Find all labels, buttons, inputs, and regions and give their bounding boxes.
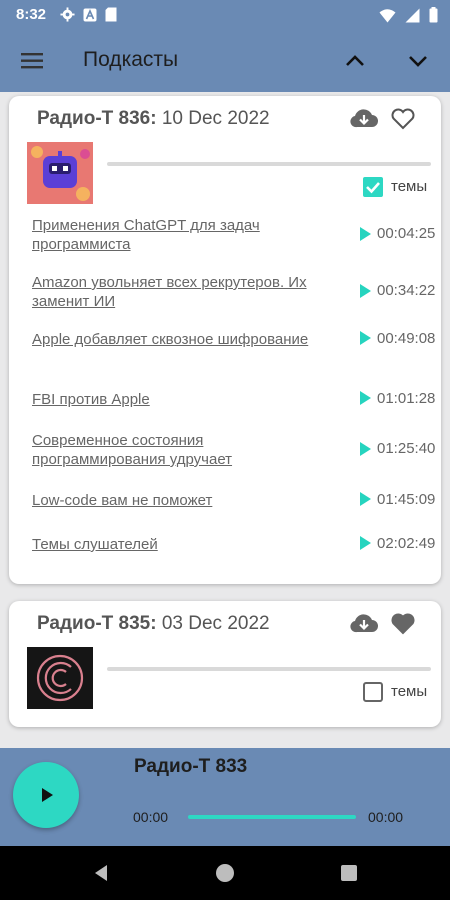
topic-time-label: 01:45:09	[377, 490, 436, 508]
player-panel: Радио-Т 833 00:00 00:00	[0, 748, 450, 846]
player-duration: 00:00	[368, 809, 404, 825]
cloud-download-icon[interactable]	[349, 611, 379, 637]
topic-time-label: 01:01:28	[377, 389, 436, 407]
episode-progress-track[interactable]	[107, 667, 431, 671]
episode-cover-image	[27, 647, 93, 709]
home-icon[interactable]	[216, 864, 234, 882]
player-position: 00:00	[133, 809, 169, 825]
episode-name: Радио-Т 836:	[37, 108, 157, 129]
topic-time[interactable]: 01:25:40	[360, 440, 435, 457]
cloud-download-icon[interactable]	[349, 106, 379, 132]
episode-cover-image	[27, 142, 93, 204]
topics-checkbox[interactable]	[362, 176, 384, 198]
topic-time[interactable]: 00:49:08	[360, 330, 435, 347]
topic-link[interactable]: Темы слушателей	[32, 535, 317, 554]
menu-icon[interactable]	[20, 48, 46, 74]
topic-link[interactable]: Современное состояния программирования у…	[32, 431, 317, 469]
topic-link[interactable]: Low-code вам не поможет	[32, 491, 317, 510]
topic-item[interactable]: Apple добавляет сквозное шифрование 00:4…	[32, 330, 435, 349]
topics-label: темы	[391, 683, 428, 700]
topic-time[interactable]: 00:04:25	[360, 225, 435, 242]
topic-time[interactable]: 01:45:09	[360, 491, 435, 508]
play-icon	[360, 391, 371, 405]
topic-item[interactable]: Современное состояния программирования у…	[32, 431, 435, 469]
episode-date: 10 Dec 2022	[161, 108, 270, 129]
topic-time-label: 00:04:25	[377, 225, 436, 242]
play-icon	[360, 492, 371, 506]
play-icon	[360, 441, 371, 456]
play-icon	[42, 788, 53, 802]
status-system-icons	[379, 7, 438, 23]
topic-time-label: 01:25:40	[377, 440, 436, 457]
system-nav-bar	[0, 846, 450, 900]
topics-checkbox[interactable]	[362, 681, 384, 703]
play-icon	[360, 283, 371, 298]
back-icon[interactable]	[92, 864, 110, 882]
topic-time[interactable]: 00:34:22	[360, 282, 435, 299]
topic-time-label: 00:49:08	[377, 329, 436, 347]
chevron-up-icon[interactable]	[340, 46, 370, 76]
status-bar: 8:32	[0, 0, 450, 30]
topic-item[interactable]: Amazon увольняет всех рекрутеров. Их зам…	[32, 273, 435, 311]
topic-time[interactable]: 02:02:49	[360, 535, 435, 552]
topic-link[interactable]: FBI против Apple	[32, 390, 317, 409]
topic-time-label: 02:02:49	[377, 534, 436, 552]
status-time: 8:32	[16, 6, 47, 23]
app-bar: Подкасты	[0, 30, 450, 92]
heart-outline-icon[interactable]	[390, 106, 416, 132]
status-notification-icons	[60, 7, 117, 22]
topic-time-label: 00:34:22	[377, 282, 436, 299]
player-title: Радио-Т 833	[134, 756, 248, 777]
topic-item[interactable]: FBI против Apple 01:01:28	[32, 390, 435, 409]
battery-icon	[429, 7, 438, 23]
episode-name: Радио-Т 835:	[37, 613, 157, 634]
recents-icon[interactable]	[341, 865, 357, 881]
topic-link[interactable]: Amazon увольняет всех рекрутеров. Их зам…	[32, 273, 317, 311]
episode-title: Радио-Т 836: 10 Dec 2022	[37, 108, 270, 130]
topic-link[interactable]: Применения ChatGPT для задач программист…	[32, 216, 317, 254]
play-icon	[360, 536, 371, 550]
chevron-down-icon[interactable]	[403, 46, 433, 76]
topic-time[interactable]: 01:01:28	[360, 390, 435, 407]
player-seek-bar[interactable]	[188, 815, 356, 819]
topic-item[interactable]: Темы слушателей 02:02:49	[32, 535, 435, 554]
topic-item[interactable]: Применения ChatGPT для задач программист…	[32, 216, 435, 254]
play-icon	[360, 226, 371, 241]
episode-card: Радио-Т 835: 03 Dec 2022 темы	[9, 601, 441, 727]
episode-date: 03 Dec 2022	[161, 613, 270, 634]
a-badge-icon	[83, 8, 97, 21]
topic-link[interactable]: Apple добавляет сквозное шифрование	[32, 330, 317, 349]
sd-card-icon	[105, 7, 117, 22]
signal-icon	[405, 8, 420, 22]
play-icon	[360, 331, 371, 345]
heart-filled-icon[interactable]	[390, 611, 416, 637]
gear-icon	[60, 7, 75, 22]
page-title: Подкасты	[83, 48, 179, 71]
play-button[interactable]	[13, 762, 79, 828]
episode-progress-track[interactable]	[107, 162, 431, 166]
topics-label: темы	[391, 178, 428, 195]
wifi-icon	[379, 8, 396, 22]
topic-item[interactable]: Low-code вам не поможет 01:45:09	[32, 491, 435, 510]
episode-card: Радио-Т 836: 10 Dec 2022 темы Применения…	[9, 96, 441, 584]
episode-title: Радио-Т 835: 03 Dec 2022	[37, 613, 270, 635]
